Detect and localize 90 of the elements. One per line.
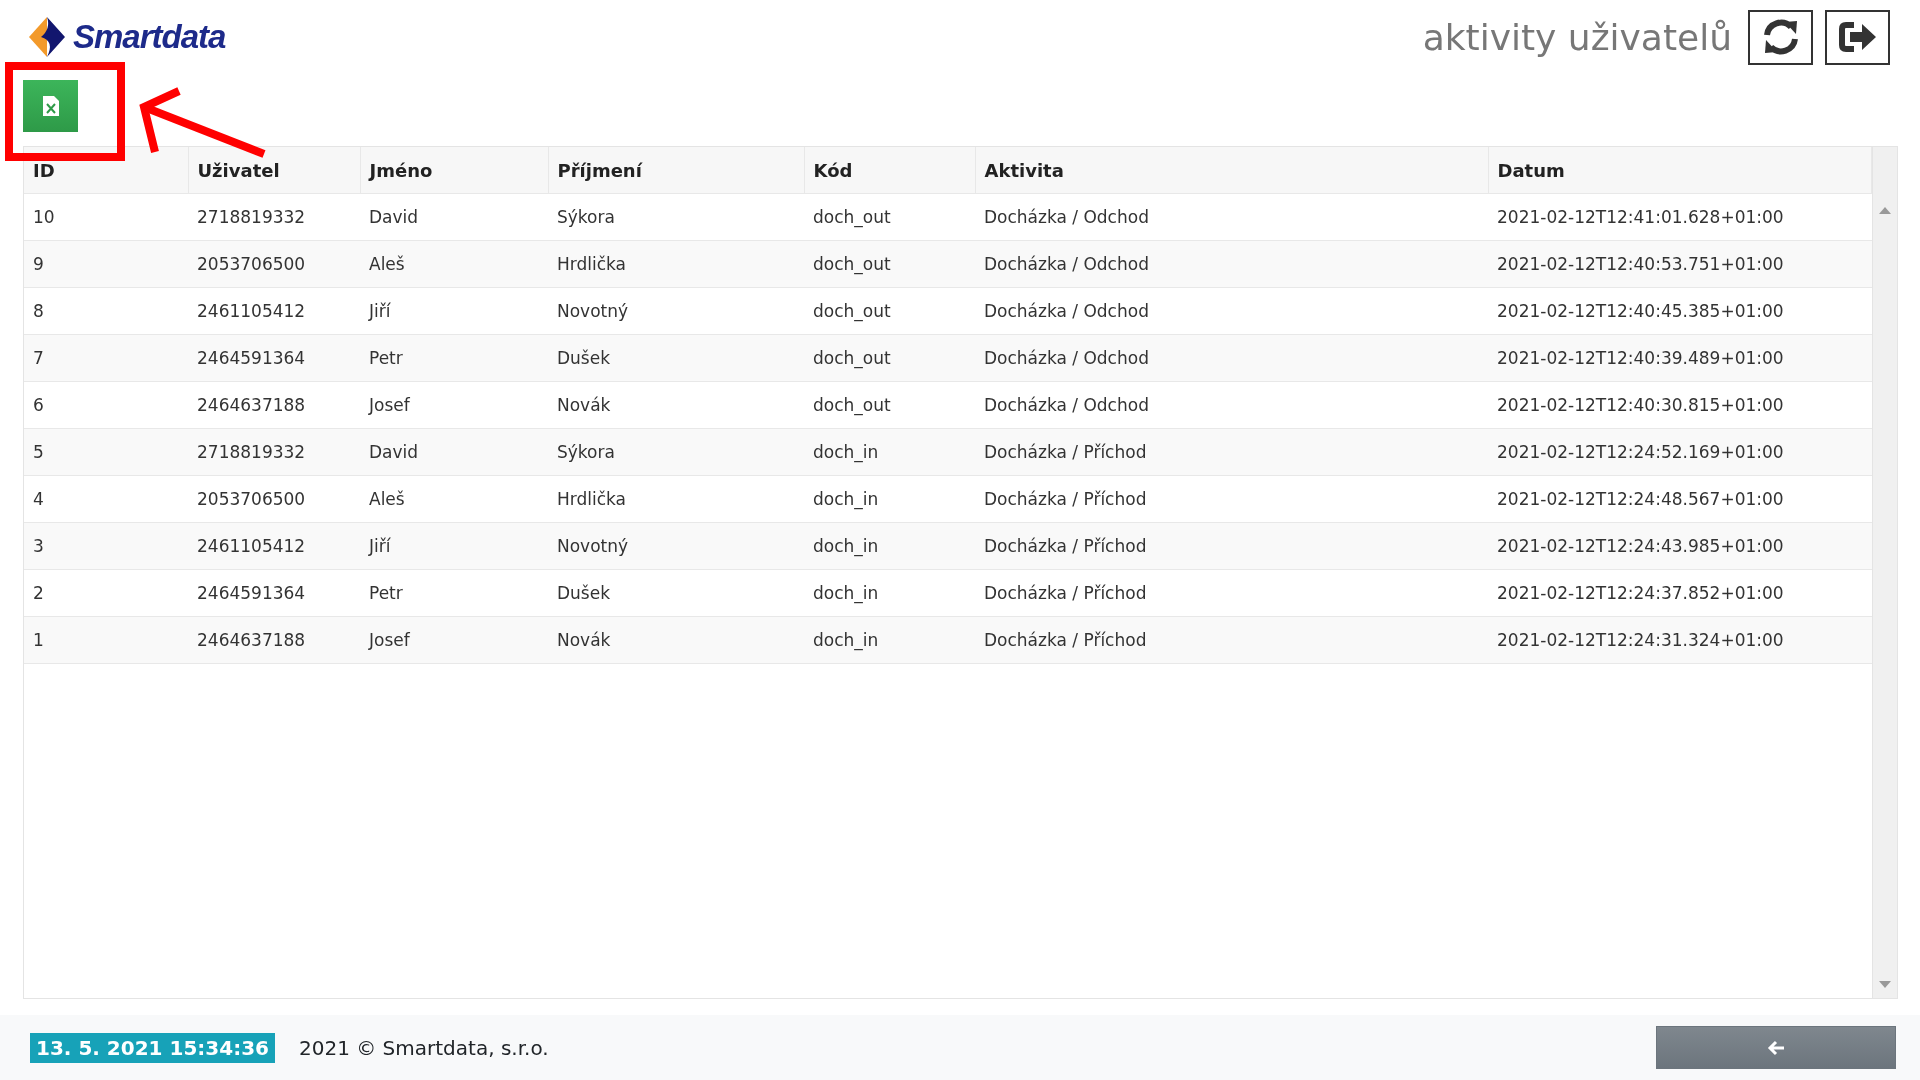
table-cell: 2021-02-12T12:40:53.751+01:00 [1488, 240, 1872, 288]
table-cell: 2464591364 [188, 334, 360, 382]
scrollbar[interactable] [1872, 147, 1897, 998]
table-cell: 2021-02-12T12:24:37.852+01:00 [1488, 569, 1872, 617]
table-cell: 2053706500 [188, 240, 360, 288]
table-cell: 2 [24, 569, 188, 617]
table-cell: Jiří [360, 287, 548, 335]
table-cell: 7 [24, 334, 188, 382]
table-cell: 1 [24, 616, 188, 664]
table-cell: Docházka / Odchod [975, 240, 1488, 288]
table-cell: Docházka / Příchod [975, 616, 1488, 664]
logout-button[interactable] [1825, 9, 1890, 65]
refresh-button[interactable] [1748, 9, 1813, 65]
excel-export-button[interactable] [23, 80, 78, 132]
logo-text: Smartdata [73, 18, 226, 56]
table-cell: 2461105412 [188, 522, 360, 570]
table-cell: 8 [24, 287, 188, 335]
table-cell: Novák [548, 381, 804, 429]
left-arrow-icon [1767, 1039, 1785, 1056]
table-cell: Jiří [360, 522, 548, 570]
copyright-text: 2021 © Smartdata, s.r.o. [299, 1035, 550, 1060]
table-cell: 2461105412 [188, 287, 360, 335]
table-cell: Novotný [548, 522, 804, 570]
table-cell: doch_out [804, 240, 975, 288]
table-cell: Petr [360, 334, 548, 382]
table-cell: doch_out [804, 193, 975, 241]
table-cell: 2021-02-12T12:24:43.985+01:00 [1488, 522, 1872, 570]
scroll-up-icon[interactable] [1879, 207, 1891, 214]
column-header[interactable]: Příjmení [548, 147, 804, 194]
table-cell: 2021-02-12T12:40:39.489+01:00 [1488, 334, 1872, 382]
table-cell: 2021-02-12T12:24:52.169+01:00 [1488, 428, 1872, 476]
table-cell: 9 [24, 240, 188, 288]
page-title: aktivity uživatelů [1422, 16, 1732, 58]
scroll-down-icon[interactable] [1879, 981, 1891, 988]
column-header[interactable]: Uživatel [188, 147, 360, 194]
column-header[interactable]: Kód [804, 147, 975, 194]
table-cell: Sýkora [548, 428, 804, 476]
table-cell: Josef [360, 381, 548, 429]
back-button[interactable] [1656, 1026, 1896, 1069]
column-header[interactable]: Datum [1488, 147, 1872, 194]
logout-icon [1837, 20, 1878, 54]
table-cell: 2021-02-12T12:24:48.567+01:00 [1488, 475, 1872, 523]
table-cell: Hrdlička [548, 475, 804, 523]
table-cell: Docházka / Příchod [975, 475, 1488, 523]
table-cell: Aleš [360, 240, 548, 288]
table-cell: doch_in [804, 522, 975, 570]
table-cell: Sýkora [548, 193, 804, 241]
table-cell: doch_out [804, 334, 975, 382]
table-cell: Petr [360, 569, 548, 617]
table-cell: David [360, 193, 548, 241]
table-cell: 10 [24, 193, 188, 241]
table-cell: 2053706500 [188, 475, 360, 523]
table-cell: Docházka / Odchod [975, 334, 1488, 382]
column-header[interactable]: Aktivita [975, 147, 1488, 194]
table-cell: Docházka / Odchod [975, 287, 1488, 335]
table-cell: 2021-02-12T12:24:31.324+01:00 [1488, 616, 1872, 664]
table-cell: Docházka / Příchod [975, 569, 1488, 617]
table-cell: Docházka / Odchod [975, 381, 1488, 429]
table-cell: doch_out [804, 381, 975, 429]
table-cell: Docházka / Příchod [975, 428, 1488, 476]
table-cell: 2464637188 [188, 616, 360, 664]
table-cell: doch_in [804, 428, 975, 476]
table-cell: Docházka / Odchod [975, 193, 1488, 241]
table-cell: Dušek [548, 569, 804, 617]
table-cell: Dušek [548, 334, 804, 382]
table-cell: doch_in [804, 616, 975, 664]
table-cell: Josef [360, 616, 548, 664]
table-cell: 5 [24, 428, 188, 476]
table-cell: doch_in [804, 569, 975, 617]
table-cell: 2021-02-12T12:41:01.628+01:00 [1488, 193, 1872, 241]
table-cell: Novotný [548, 287, 804, 335]
table-cell: Aleš [360, 475, 548, 523]
table-cell: 2464591364 [188, 569, 360, 617]
date-time-badge: 13. 5. 2021 15:34:36 [30, 1032, 275, 1063]
table-cell: 2718819332 [188, 193, 360, 241]
table-cell: Hrdlička [548, 240, 804, 288]
excel-file-icon [42, 96, 59, 116]
table-cell: doch_out [804, 287, 975, 335]
column-header[interactable]: Jméno [360, 147, 548, 194]
table-cell: 4 [24, 475, 188, 523]
table-cell: doch_in [804, 475, 975, 523]
table-cell: 2464637188 [188, 381, 360, 429]
table-cell: David [360, 428, 548, 476]
table-cell: 3 [24, 522, 188, 570]
table-cell: Novák [548, 616, 804, 664]
table-cell: 6 [24, 381, 188, 429]
table-cell: 2021-02-12T12:40:30.815+01:00 [1488, 381, 1872, 429]
table-cell: Docházka / Příchod [975, 522, 1488, 570]
table-cell: 2718819332 [188, 428, 360, 476]
table-cell: 2021-02-12T12:40:45.385+01:00 [1488, 287, 1872, 335]
